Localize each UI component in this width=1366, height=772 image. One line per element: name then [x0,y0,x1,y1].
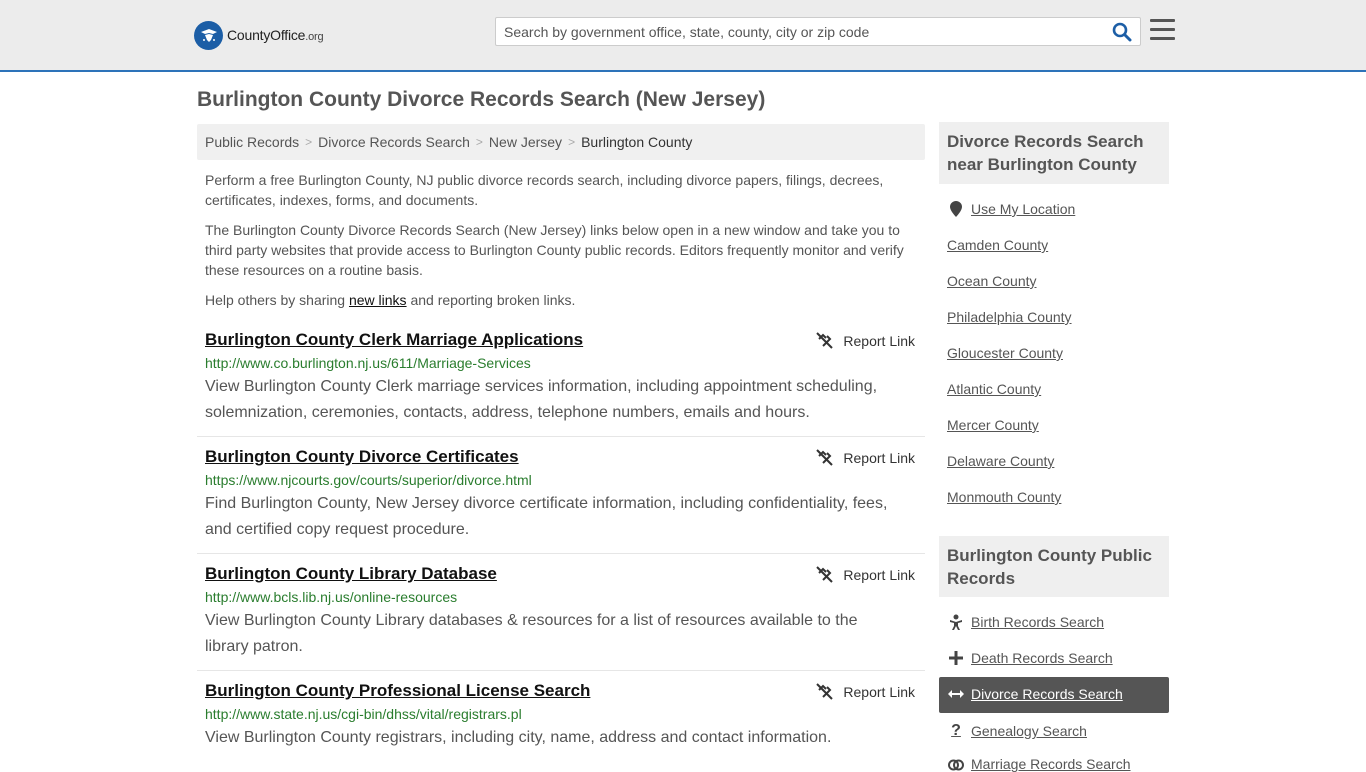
result-title-link[interactable]: Burlington County Clerk Marriage Applica… [205,330,583,350]
divorce-records-search-link[interactable]: Divorce Records Search [947,686,1123,702]
result-url: http://www.bcls.lib.nj.us/online-resourc… [205,589,458,605]
search-input[interactable] [496,18,1106,45]
logo-text: CountyOffice.org [227,27,324,43]
result-item: Burlington County Clerk Marriage Applica… [197,330,925,437]
breadcrumb-separator: > [568,135,576,149]
page-title: Burlington County Divorce Records Search… [197,88,766,111]
nearby-county-link[interactable]: Philadelphia County [947,309,1072,325]
result-description: View Burlington County Clerk marriage se… [205,378,878,421]
map-pin-icon [947,201,965,217]
result-item: Burlington County Professional License S… [197,681,925,768]
result-item: Burlington County Divorce Certificates R… [197,447,925,554]
arrows-horizontal-icon [947,689,965,699]
nearby-county-link[interactable]: Atlantic County [947,381,1041,397]
breadcrumb-public-records[interactable]: Public Records [205,134,299,150]
question-icon: ? [951,722,961,739]
cross-icon [947,651,965,665]
nearby-county-link[interactable]: Camden County [947,237,1048,253]
eagle-logo-icon [194,20,223,50]
share-paragraph: Help others by sharing new links and rep… [205,292,576,308]
breadcrumb-divorce-records-search[interactable]: Divorce Records Search [318,134,470,150]
search-bar [495,17,1141,46]
nearby-county-link[interactable]: Gloucester County [947,345,1063,361]
nearby-county-link[interactable]: Monmouth County [947,489,1061,505]
report-link-button[interactable]: Report Link [816,683,915,700]
result-title-link[interactable]: Burlington County Library Database [205,564,497,584]
breadcrumb: Public Records > Divorce Records Search … [197,124,925,160]
public-records-section-title: Burlington County Public Records [939,536,1169,597]
result-url: http://www.co.burlington.nj.us/611/Marri… [205,355,531,371]
nearby-county-link[interactable]: Ocean County [947,273,1037,289]
site-header: CountyOffice.org [0,0,1366,72]
broken-link-icon [816,566,834,583]
broken-link-icon [816,449,834,466]
marriage-records-search-link[interactable]: Marriage Records Search [947,756,1131,772]
result-title-link[interactable]: Burlington County Divorce Certificates [205,447,519,467]
nearby-section-title: Divorce Records Search near Burlington C… [939,122,1169,184]
result-url: http://www.state.nj.us/cgi-bin/dhss/vita… [205,706,522,722]
report-link-button[interactable]: Report Link [816,449,915,466]
use-my-location-link[interactable]: Use My Location [947,201,1075,217]
broken-link-icon [816,683,834,700]
hamburger-menu-icon[interactable] [1150,19,1175,41]
disclaimer-paragraph: The Burlington County Divorce Records Se… [205,222,904,278]
death-records-search-link[interactable]: Death Records Search [947,650,1113,666]
breadcrumb-new-jersey[interactable]: New Jersey [489,134,562,150]
baby-icon [947,614,965,630]
broken-link-icon [816,332,834,349]
result-description: Find Burlington County, New Jersey divor… [205,495,888,538]
breadcrumb-separator: > [305,135,313,149]
breadcrumb-separator: > [475,135,483,149]
report-link-button[interactable]: Report Link [816,332,915,349]
result-description: View Burlington County registrars, inclu… [205,729,832,746]
result-url: https://www.njcourts.gov/courts/superior… [205,472,532,488]
result-item: Burlington County Library Database Repor… [197,564,925,671]
site-logo[interactable]: CountyOffice.org [194,20,324,50]
birth-records-search-link[interactable]: Birth Records Search [947,614,1104,630]
report-link-button[interactable]: Report Link [816,566,915,583]
genealogy-search-link[interactable]: ? Genealogy Search [947,722,1087,740]
breadcrumb-current: Burlington County [581,134,693,150]
search-icon[interactable] [1112,22,1134,42]
result-description: View Burlington County Library databases… [205,612,858,655]
nearby-county-link[interactable]: Delaware County [947,453,1054,469]
new-links-link[interactable]: new links [349,292,407,308]
result-title-link[interactable]: Burlington County Professional License S… [205,681,590,701]
intro-paragraph: Perform a free Burlington County, NJ pub… [205,172,884,208]
rings-icon [947,757,965,771]
nearby-county-link[interactable]: Mercer County [947,417,1039,433]
